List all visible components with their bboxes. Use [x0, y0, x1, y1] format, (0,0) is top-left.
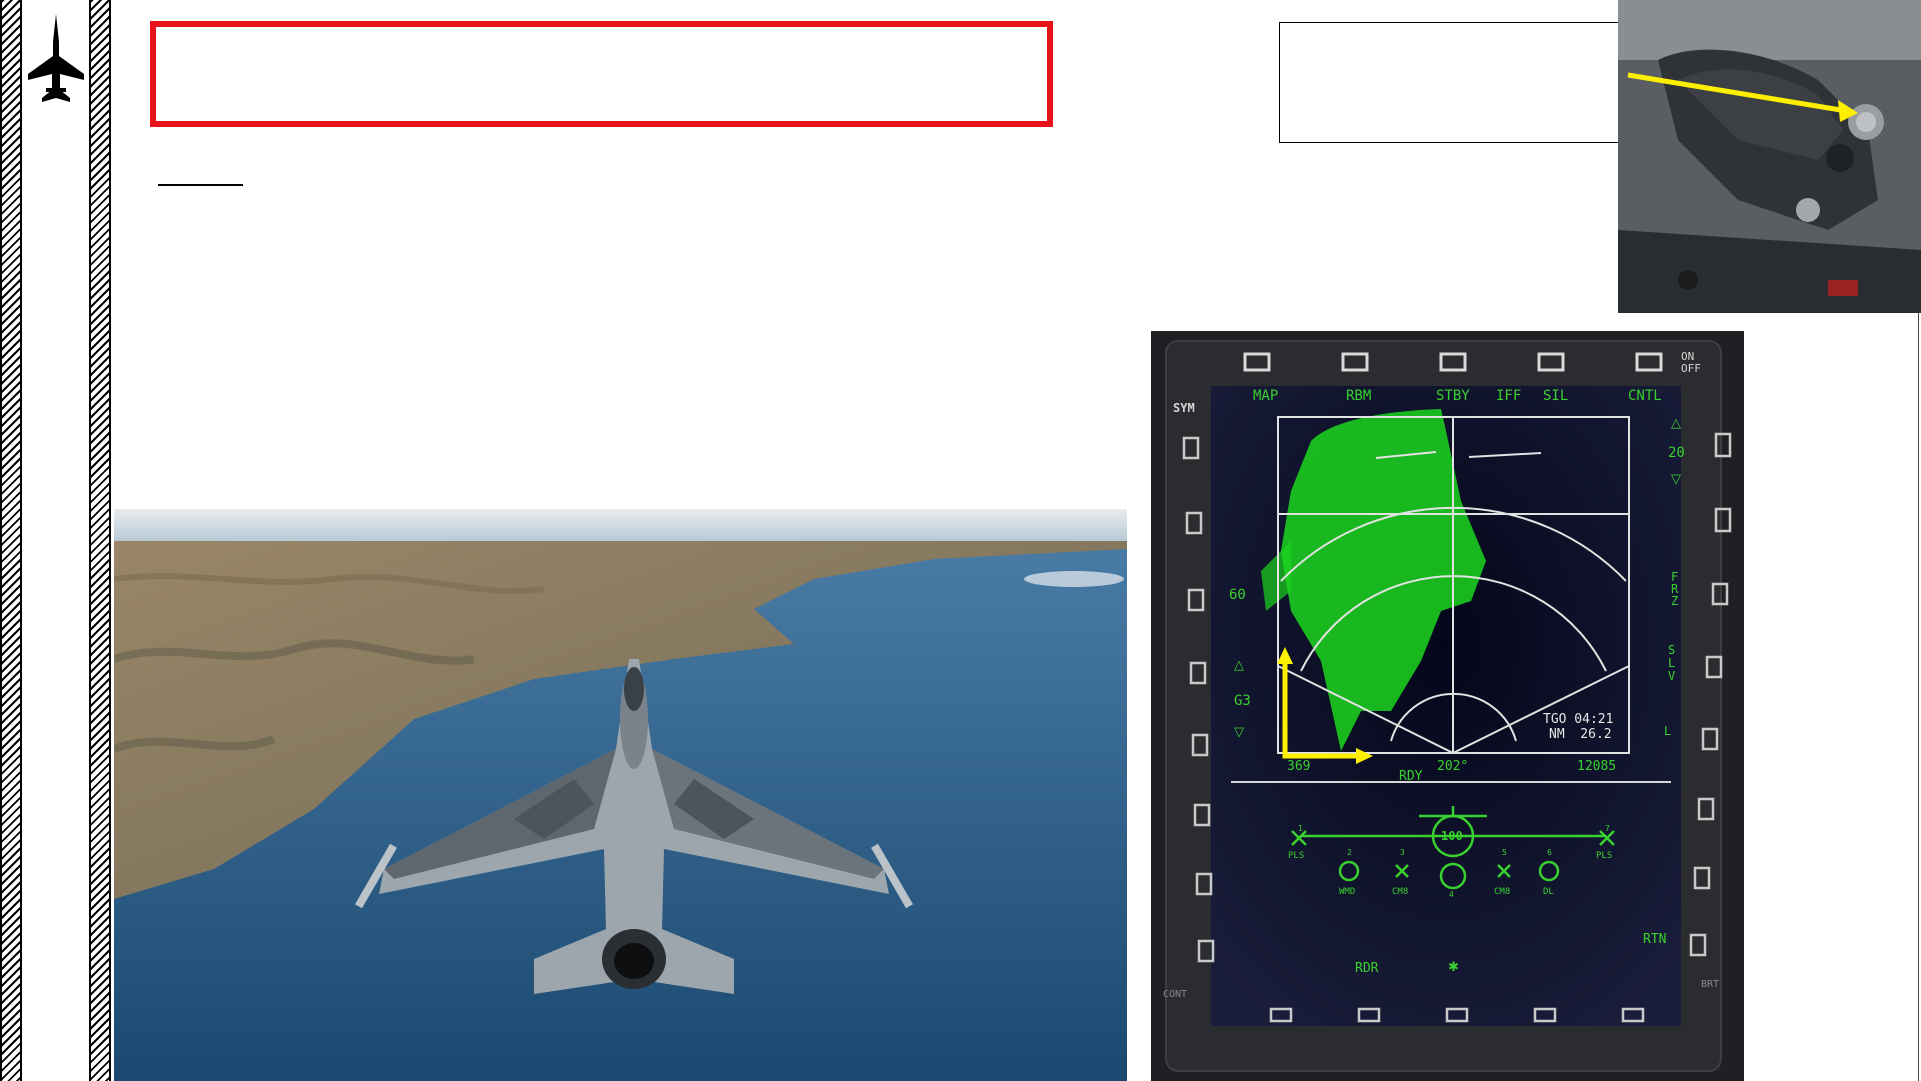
mfd-store-1[interactable]: PLS [1288, 851, 1304, 861]
mfd-label-stby[interactable]: STBY [1436, 388, 1470, 404]
mfd-store-5[interactable]: CM8 [1494, 887, 1510, 897]
note-text [1280, 23, 1625, 39]
mfd-star-icon: ✱ [1448, 959, 1459, 974]
mfd-label-cntl[interactable]: CNTL [1628, 388, 1662, 404]
mfd-onoff-label[interactable]: ON OFF [1681, 351, 1701, 375]
mfd-tgo-readout: TGO 04:21 [1543, 712, 1614, 727]
mfd-scale-down-icon[interactable]: ▽ [1671, 471, 1681, 487]
mfd-sym-label[interactable]: SYM [1173, 401, 1195, 415]
mfd-label-rbm[interactable]: RBM [1346, 388, 1371, 404]
mfd-nm-readout: NM 26.2 [1549, 727, 1612, 742]
mfd-photo: MAP RBM STBY IFF SIL CNTL SYM ON OFF 60 … [1151, 331, 1744, 1081]
mfd-label-iff[interactable]: IFF [1496, 388, 1521, 404]
mfd-station-7: 7 [1605, 824, 1610, 833]
subtitle-underline [158, 184, 243, 186]
throttle-photo [1618, 0, 1921, 313]
mfd-store-7[interactable]: PLS [1596, 851, 1612, 861]
mfd-station-3: 3 [1400, 848, 1405, 857]
mfd-station-6: 6 [1547, 848, 1552, 857]
mfd-slv-label[interactable]: SLV [1668, 644, 1682, 683]
mfd-l-label: L [1664, 724, 1672, 738]
inner-hatch-bar [89, 0, 111, 1081]
mfd-station-1: 1 [1298, 824, 1303, 833]
mfd-gain-label: G3 [1234, 693, 1251, 709]
mfd-cont-label: CONT [1163, 989, 1188, 1000]
left-hatch-bar [0, 0, 22, 1081]
mfd-brt-label: BRT [1701, 979, 1720, 990]
mfd-rtn-label[interactable]: RTN [1643, 932, 1666, 947]
note-box [1279, 22, 1626, 143]
mfd-station-5: 5 [1502, 848, 1507, 857]
mfd-top-labels: MAP RBM STBY IFF SIL CNTL [1151, 388, 1744, 408]
mfd-range-up-icon[interactable]: △ [1234, 657, 1244, 673]
mfd-label-map[interactable]: MAP [1253, 388, 1278, 404]
mfd-rdr-label[interactable]: RDR [1355, 961, 1378, 976]
aircraft-photo [114, 509, 1127, 1081]
mfd-scale-up-icon[interactable]: △ [1671, 415, 1681, 431]
fighter-jet-icon [22, 12, 90, 108]
mfd-bottom-left-value: 369 [1287, 759, 1311, 774]
mfd-frz-label[interactable]: FRZ [1671, 571, 1685, 607]
mfd-store-3[interactable]: CM8 [1392, 887, 1408, 897]
mfd-label-sil[interactable]: SIL [1543, 388, 1568, 404]
title-box [150, 21, 1053, 127]
mfd-speed-value: 100 [1441, 829, 1463, 843]
mfd-station-2: 2 [1347, 848, 1352, 857]
mfd-heading-value: 202° [1437, 759, 1469, 774]
mfd-store-6[interactable]: DL [1543, 887, 1554, 897]
mfd-range-label: 60 [1229, 587, 1246, 603]
mfd-scale-label: 20 [1668, 445, 1685, 461]
mfd-station-4: 4 [1449, 890, 1454, 899]
mfd-store-2[interactable]: WMD [1339, 887, 1355, 897]
mfd-bottom-right-value: 12085 [1577, 759, 1617, 774]
mfd-range-down-icon[interactable]: ▽ [1234, 724, 1244, 740]
mfd-rdy-label: RDY [1399, 769, 1423, 784]
